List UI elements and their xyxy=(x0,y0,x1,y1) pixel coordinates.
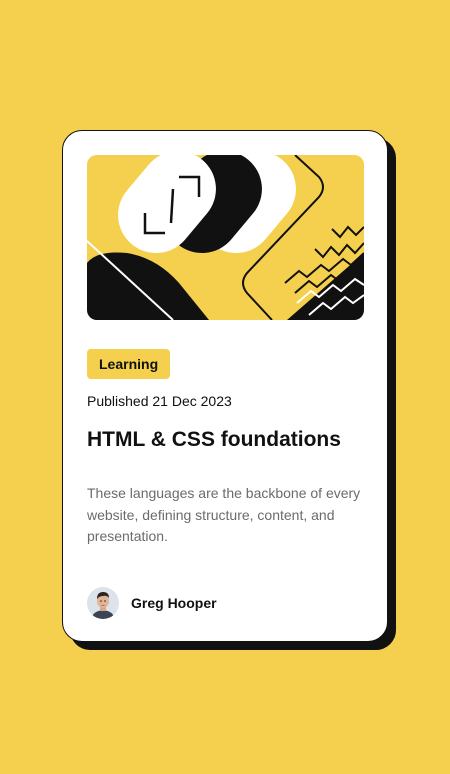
blog-preview-card[interactable]: Learning Published 21 Dec 2023 HTML & CS… xyxy=(62,130,388,642)
category-tag: Learning xyxy=(87,349,171,379)
published-date: Published 21 Dec 2023 xyxy=(87,393,232,409)
hero-illustration xyxy=(87,155,364,320)
author-name: Greg Hooper xyxy=(131,595,217,611)
author-avatar xyxy=(87,587,119,619)
card-description: These languages are the backbone of ever… xyxy=(87,485,361,544)
card-title[interactable]: HTML & CSS foundations xyxy=(87,424,341,456)
author: Greg Hooper xyxy=(87,587,217,619)
